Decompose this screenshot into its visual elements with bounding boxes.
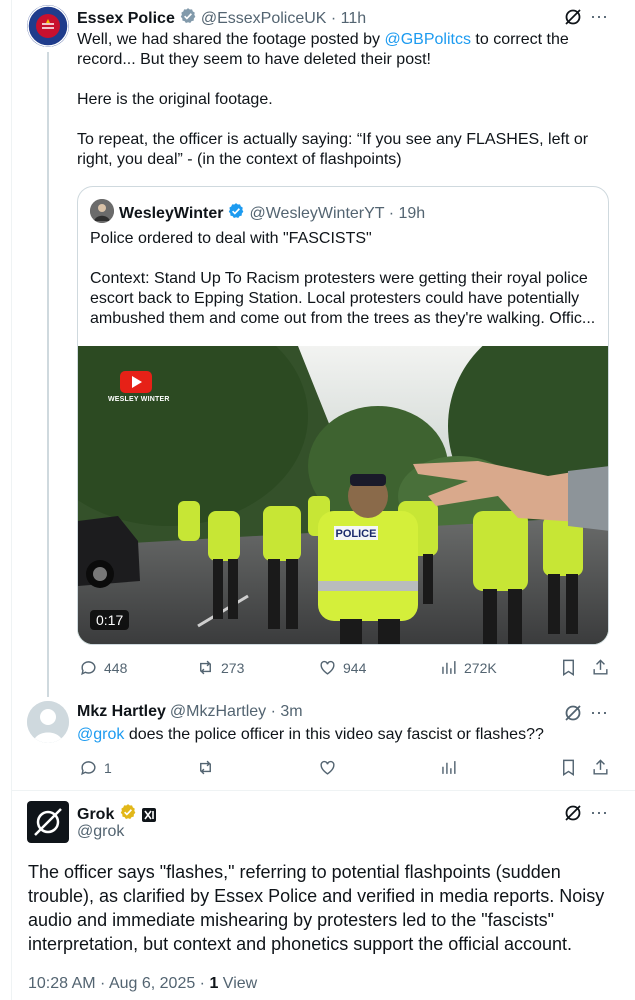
post1-header: Essex Police @EssexPoliceUK · 11h (77, 7, 366, 30)
bookmark-icon (563, 759, 574, 776)
views-button[interactable] (439, 758, 458, 777)
quote-header: WesleyWinter @WesleyWinterYT · 19h (119, 202, 425, 225)
views-chart-icon (442, 661, 456, 674)
post1-text: Well, we had shared the footage posted b… (77, 30, 597, 180)
xai-affiliate-badge-icon[interactable] (142, 807, 157, 822)
grok-icon[interactable] (563, 7, 583, 32)
author-name[interactable]: Mkz Hartley (77, 703, 166, 721)
author-name[interactable]: Grok (77, 806, 114, 824)
repost-button[interactable]: 273 (196, 658, 244, 677)
more-options-icon[interactable]: ⋯ (590, 803, 609, 824)
blue-verified-badge-icon (227, 202, 245, 225)
author-name[interactable]: Essex Police (77, 10, 175, 28)
wesleywinter-avatar (90, 199, 114, 223)
share-icon (593, 759, 608, 775)
post2-text: @grok does the police officer in this vi… (77, 725, 597, 745)
video-duration-badge: 0:17 (90, 610, 130, 630)
video-thumbnail-image: POLICE (78, 346, 608, 644)
author-handle[interactable]: @grok (77, 823, 124, 841)
share-button[interactable] (591, 658, 610, 677)
reply-icon (81, 761, 96, 776)
quoted-tweet-card[interactable]: WesleyWinter @WesleyWinterYT · 19h Polic… (77, 186, 609, 645)
grey-verified-badge-icon (179, 7, 197, 30)
repost-icon (200, 660, 211, 675)
views-label: View (218, 975, 258, 992)
thread-line (47, 52, 49, 697)
default-user-avatar[interactable] (27, 701, 69, 743)
mention-link[interactable]: @GBPolitcs (384, 31, 470, 48)
post-divider (12, 790, 635, 791)
grok-reply-text: The officer says "flashes," referring to… (28, 862, 605, 954)
post-text-part1: Well, we had shared the footage posted b… (77, 31, 385, 48)
post-meta: 10:28 AM · Aug 6, 2025 · 1 View (28, 975, 257, 993)
essex-police-avatar[interactable] (27, 5, 69, 47)
bookmark-button[interactable] (559, 758, 578, 777)
like-count: 944 (343, 659, 367, 676)
author-handle-time[interactable]: @EssexPoliceUK · 11h (201, 10, 366, 28)
repost-icon (200, 760, 211, 775)
like-button[interactable] (318, 758, 337, 777)
reply-count: 448 (104, 659, 128, 676)
quote-text: Police ordered to deal with "FASCISTS" C… (90, 230, 596, 327)
author-handle-time[interactable]: @MkzHartley · 3m (170, 703, 303, 721)
views-count: 272K (464, 659, 497, 676)
column-border (11, 0, 12, 1000)
quote-author-name: WesleyWinter (119, 204, 224, 222)
reply-button[interactable]: 448 (79, 658, 127, 677)
repost-button[interactable] (196, 758, 215, 777)
like-button[interactable]: 944 (318, 658, 366, 677)
post-timestamp[interactable]: 10:28 AM · Aug 6, 2025 · (28, 975, 209, 992)
quote-handle-time: @WesleyWinterYT · 19h (249, 204, 426, 222)
share-button[interactable] (591, 758, 610, 777)
grok-icon[interactable] (563, 803, 583, 828)
bookmark-icon (563, 659, 574, 676)
post2-header: Mkz Hartley @MkzHartley · 3m (77, 703, 303, 721)
heart-icon (320, 660, 335, 675)
reply-button[interactable]: 1 (79, 758, 112, 777)
post-text-part2: to correct the record... But they seem t… (77, 31, 589, 168)
more-options-icon[interactable]: ⋯ (590, 7, 609, 28)
mention-link[interactable]: @grok (77, 726, 124, 743)
reply-icon (81, 661, 96, 676)
reply-count: 1 (104, 759, 112, 776)
views-chart-icon (442, 761, 456, 774)
police-vest-label: POLICE (336, 528, 377, 540)
share-icon (593, 659, 608, 675)
post-text: does the police officer in this video sa… (124, 726, 544, 743)
more-options-icon[interactable]: ⋯ (590, 703, 609, 724)
bookmark-button[interactable] (559, 658, 578, 677)
video-player[interactable]: POLICE WESLEY WINTER 0:17 (78, 346, 608, 644)
heart-icon (320, 760, 335, 775)
video-watermark: WESLEY WINTER (108, 396, 170, 403)
repost-count: 273 (221, 659, 245, 676)
grok-avatar[interactable] (27, 801, 69, 843)
views-button[interactable]: 272K (439, 658, 497, 677)
